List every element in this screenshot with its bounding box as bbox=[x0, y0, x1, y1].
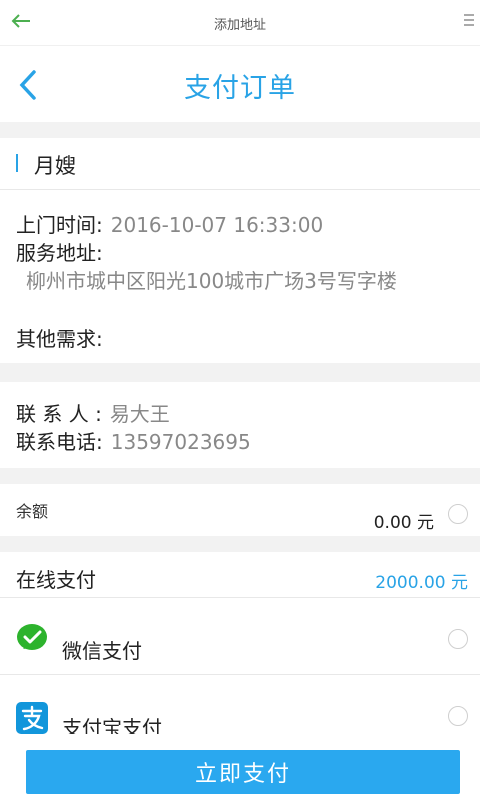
balance-label: 余额 bbox=[16, 502, 49, 521]
service-name: 月嫂 bbox=[34, 154, 76, 178]
pay-now-button[interactable]: 立即支付 bbox=[26, 750, 460, 794]
service-address-value: 柳州市城中区阳光100城市广场3号写字楼 bbox=[26, 269, 397, 293]
contact-details: 联 系 人 : 易大王 联系电话: 13597023695 bbox=[0, 382, 480, 468]
contact-name-row: 联 系 人 : 易大王 bbox=[16, 398, 170, 427]
wechat-pay-label: 微信支付 bbox=[62, 639, 142, 663]
wechat-icon bbox=[16, 623, 48, 655]
alipay-radio[interactable] bbox=[448, 706, 468, 726]
online-payment-amount: 2000.00 元 bbox=[375, 573, 468, 593]
other-requests-label: 其他需求: bbox=[16, 327, 103, 351]
top-title: 添加地址 bbox=[213, 18, 266, 33]
contact-name-value: 易大王 bbox=[109, 402, 170, 426]
wechat-pay-radio[interactable] bbox=[448, 629, 468, 649]
service-time-row: 上门时间: 2016-10-07 16:33:00 bbox=[16, 209, 323, 238]
wechat-pay-option[interactable]: 微信支付 bbox=[0, 599, 480, 675]
balance-radio[interactable] bbox=[448, 504, 468, 524]
accent-bar bbox=[16, 154, 18, 172]
top-navigation-strip: 添加地址 bbox=[0, 0, 480, 46]
section-gap bbox=[0, 536, 480, 552]
contact-phone-row: 联系电话: 13597023695 bbox=[16, 426, 251, 455]
service-time-label: 上门时间: bbox=[16, 213, 103, 237]
online-payment-header: 在线支付 2000.00 元 bbox=[0, 552, 480, 598]
page-header: 支付订单 bbox=[0, 46, 480, 122]
service-address-label: 服务地址: bbox=[16, 241, 103, 265]
alipay-icon bbox=[16, 702, 48, 734]
section-gap bbox=[0, 363, 480, 382]
page-title: 支付订单 bbox=[184, 73, 296, 104]
contact-phone-value: 13597023695 bbox=[110, 430, 251, 454]
bottom-action-bar: 立即支付 bbox=[0, 734, 480, 800]
section-gap bbox=[0, 468, 480, 484]
contact-phone-label: 联系电话: bbox=[16, 430, 103, 454]
online-payment-label: 在线支付 bbox=[16, 568, 96, 592]
section-gap bbox=[0, 122, 480, 138]
order-details: 上门时间: 2016-10-07 16:33:00 服务地址: 柳州市城中区阳光1… bbox=[0, 191, 480, 363]
service-section-header: 月嫂 bbox=[0, 138, 480, 190]
contact-name-label: 联 系 人 : bbox=[16, 402, 102, 426]
menu-icon[interactable] bbox=[464, 14, 474, 28]
balance-value: 0.00 元 bbox=[373, 513, 434, 533]
balance-option[interactable]: 余额 0.00 元 bbox=[0, 484, 480, 536]
service-time-value: 2016-10-07 16:33:00 bbox=[110, 213, 324, 237]
